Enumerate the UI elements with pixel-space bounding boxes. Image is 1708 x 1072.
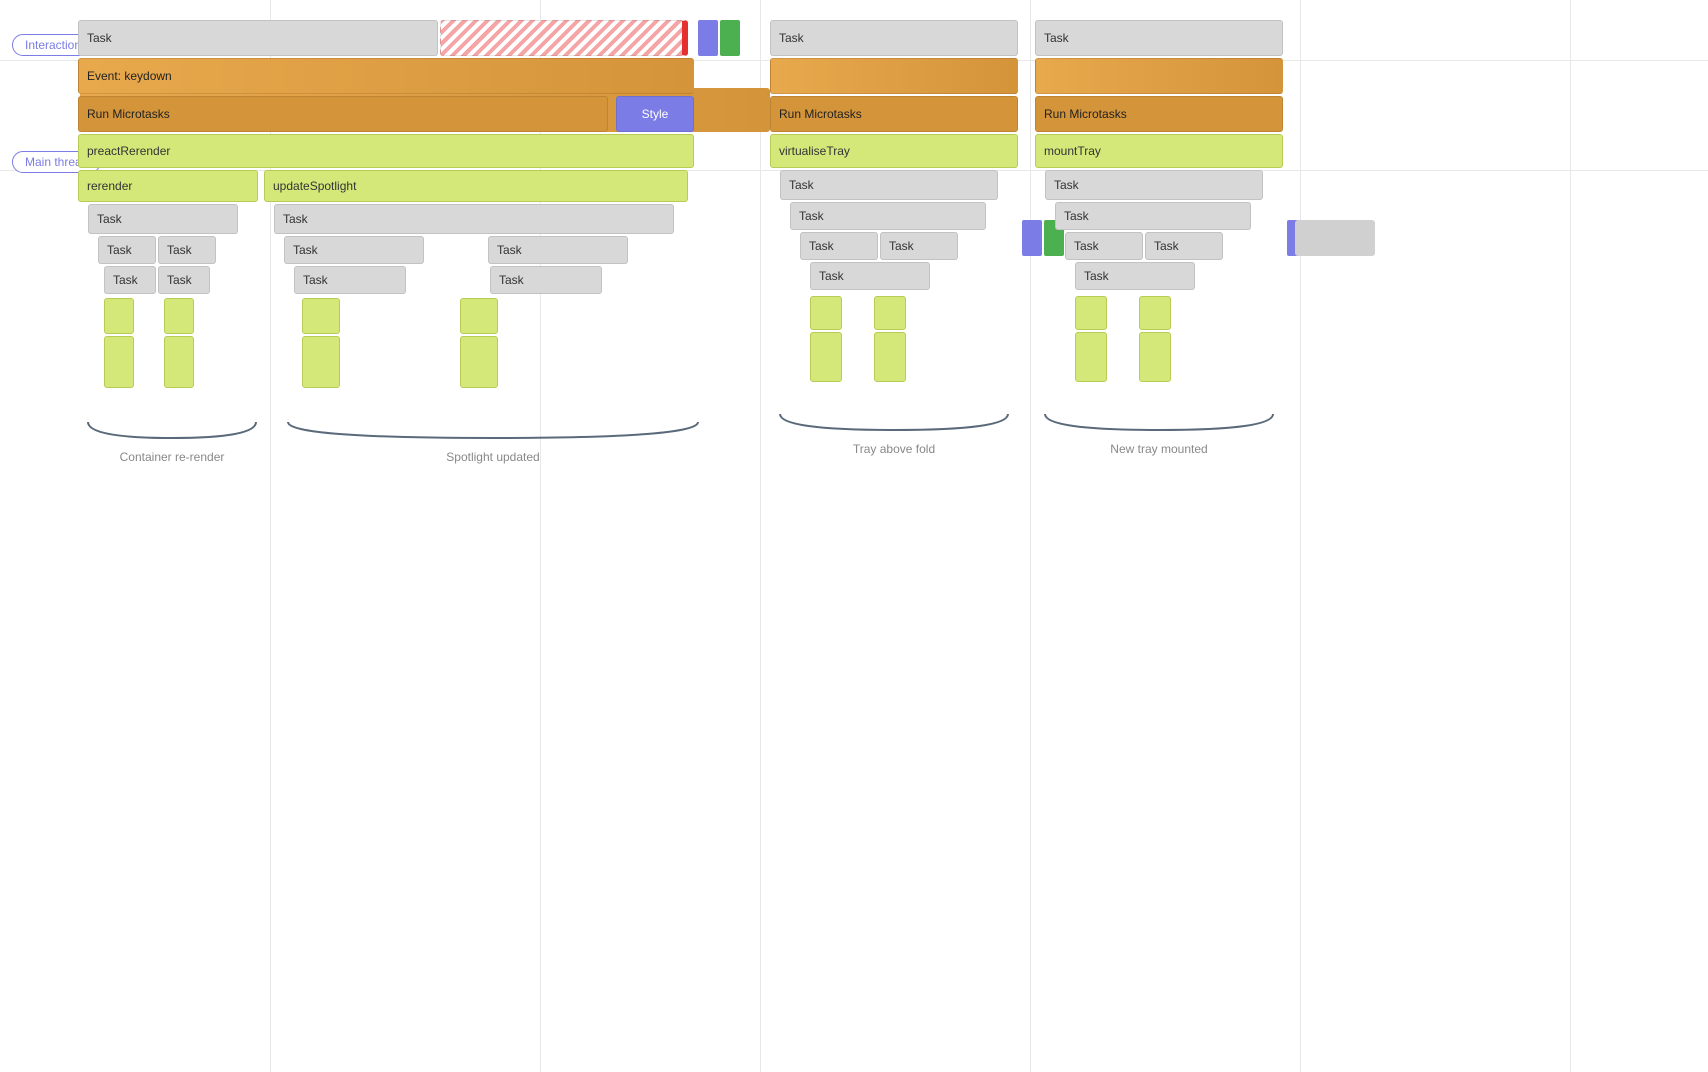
event-block-r2: [1035, 58, 1283, 94]
task-u-1a: Task: [284, 236, 424, 264]
task-u-2a: Task: [294, 266, 406, 294]
task-vt-4: Task: [810, 262, 930, 290]
event-keydown-block: Event: keydown: [78, 58, 694, 94]
rerender-block: rerender: [78, 170, 258, 202]
task-block-left: Task: [78, 20, 438, 56]
run-microtasks-left: Run Microtasks: [78, 96, 608, 132]
task-vt-3b: Task: [880, 232, 958, 260]
left-diagram: Task Event: keydown Run Microtasks Style…: [78, 20, 740, 464]
task-mt-3b: Task: [1145, 232, 1223, 260]
bracket-spotlight-updated: [278, 418, 708, 446]
bracket-container-rerender: [78, 418, 266, 446]
right-diagram-1: Task Run Microtasks virtualiseTray Task …: [770, 20, 1018, 456]
update-spotlight-block: updateSpotlight: [264, 170, 688, 202]
task-mt-2: Task: [1055, 202, 1251, 230]
task-hatched-left: [440, 20, 688, 56]
task-block-r1: Task: [770, 20, 1018, 56]
bracket-label-spotlight: Spotlight updated: [446, 450, 539, 464]
run-microtasks-r2: Run Microtasks: [1035, 96, 1283, 132]
bracket-label-container: Container re-render: [120, 450, 225, 464]
virtualise-tray-block: virtualiseTray: [770, 134, 1018, 168]
task-block-r2: Task: [1035, 20, 1283, 56]
task-update-1: Task: [274, 204, 674, 234]
run-microtasks-r1: Run Microtasks: [770, 96, 1018, 132]
small-green-1: [720, 20, 740, 56]
bracket-new-tray-mounted: [1035, 410, 1283, 438]
task-r-1a: Task: [98, 236, 156, 264]
task-mt-1: Task: [1045, 170, 1263, 200]
task-rerender-1: Task: [88, 204, 238, 234]
mount-tray-block: mountTray: [1035, 134, 1283, 168]
task-r-2a: Task: [104, 266, 156, 294]
bracket-label-new-tray-mounted: New tray mounted: [1110, 442, 1207, 456]
event-block-r1: [770, 58, 1018, 94]
task-mt-4: Task: [1075, 262, 1195, 290]
task-vt-3a: Task: [800, 232, 878, 260]
bracket-tray-above-fold: [770, 410, 1018, 438]
task-r-2b: Task: [158, 266, 210, 294]
right-diagram-2: Task Run Microtasks mountTray Task Task …: [1035, 20, 1283, 456]
bracket-label-tray-above-fold: Tray above fold: [853, 442, 935, 456]
task-u-2b: Task: [490, 266, 602, 294]
task-u-1b: Task: [488, 236, 628, 264]
task-mt-3a: Task: [1065, 232, 1143, 260]
style-block: Style: [616, 96, 694, 132]
task-r-1b: Task: [158, 236, 216, 264]
small-purple-1: [698, 20, 718, 56]
task-block-partial-right: [1295, 220, 1375, 256]
task-vt-1: Task: [780, 170, 998, 200]
task-vt-2: Task: [790, 202, 986, 230]
preact-rerender-block: preactRerender: [78, 134, 694, 168]
